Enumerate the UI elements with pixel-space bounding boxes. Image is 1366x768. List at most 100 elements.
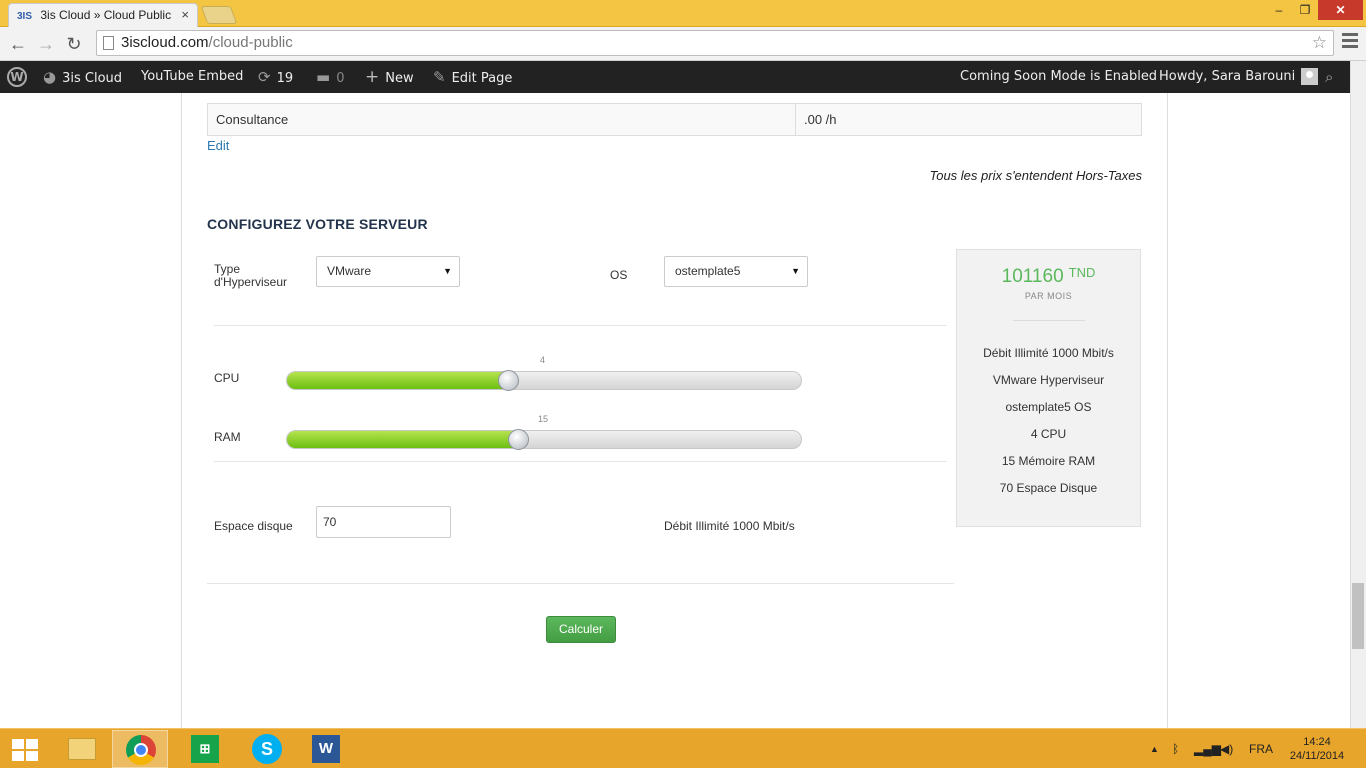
browser-toolbar: ← → ↻ 3iscloud.com/cloud-public ☆ [0, 27, 1366, 61]
window-minimize-button[interactable]: ‒ [1266, 0, 1292, 20]
tray-expand-icon[interactable]: ▲ [1150, 729, 1159, 768]
volume-icon[interactable]: ◀) [1220, 729, 1233, 768]
skype-icon: S [252, 734, 282, 764]
howdy-label: Howdy, Sara Barouni [1159, 69, 1296, 84]
cpu-slider[interactable] [286, 370, 802, 391]
admin-bar-site[interactable]: ◕ 3is Cloud [43, 61, 122, 93]
address-bar[interactable]: 3iscloud.com/cloud-public ☆ [96, 30, 1334, 56]
disk-size-input[interactable]: 70 [316, 506, 451, 538]
dropdown-arrow-icon: ▼ [791, 266, 800, 276]
tab-title: 3is Cloud » Cloud Public [40, 8, 172, 22]
comment-icon: ▬ [316, 68, 331, 86]
language-indicator[interactable]: FRA [1249, 729, 1273, 768]
edit-link[interactable]: Edit [207, 138, 229, 153]
ram-slider-handle[interactable] [508, 429, 529, 450]
hypervisor-select[interactable]: VMware ▼ [316, 256, 460, 287]
system-clock[interactable]: 14:24 24/11/2014 [1282, 735, 1352, 763]
calculate-button[interactable]: Calculer [546, 616, 616, 643]
window-maximize-button[interactable]: ❐ [1292, 0, 1318, 20]
admin-bar-new[interactable]: + New [365, 61, 414, 93]
table-row: Consultance .00 /h [207, 103, 1142, 136]
windows-start-icon[interactable] [12, 739, 38, 761]
price-display: 101160 TND [957, 265, 1140, 288]
admin-bar-comments[interactable]: ▬ 0 [316, 61, 344, 93]
summary-feature: 15 Mémoire RAM [1001, 454, 1096, 468]
cpu-slider-value: 4 [540, 355, 546, 365]
coming-soon-notice[interactable]: Coming Soon Mode is Enabled [960, 61, 1157, 93]
forward-arrow-icon[interactable]: → [34, 32, 58, 56]
divider [207, 583, 954, 584]
price-period: PAR MOIS [1024, 291, 1073, 301]
search-icon[interactable]: ⌕ [1325, 61, 1333, 93]
os-label: OS [610, 268, 628, 282]
windows-taskbar: ⊞ S W ▲ ᛒ ▂▄▆ ◀) FRA 14:24 24/11/2014 [0, 728, 1366, 768]
os-select[interactable]: ostemplate5 ▼ [664, 256, 808, 287]
hypervisor-label: Type d'Hyperviseur [214, 263, 287, 289]
taskbar-chrome[interactable] [112, 730, 168, 768]
admin-bar-edit-page[interactable]: ✎ Edit Page [433, 61, 512, 93]
scrollbar-thumb[interactable] [1352, 583, 1364, 649]
clock-time: 14:24 [1303, 736, 1331, 748]
admin-bar-youtube-embed[interactable]: YouTube Embed [141, 61, 243, 93]
ram-slider-value: 15 [538, 414, 549, 424]
cpu-slider-fill [287, 372, 508, 389]
chrome-icon [126, 735, 156, 765]
updates-icon: ⟳ [258, 68, 271, 86]
reload-icon[interactable]: ↻ [62, 32, 86, 56]
price-summary-panel: 101160 TND PAR MOIS Débit Illimité 1000 M… [956, 249, 1141, 527]
cpu-slider-handle[interactable] [498, 370, 519, 391]
admin-bar-updates[interactable]: ⟳ 19 [258, 61, 293, 93]
browser-title-bar: 3IS 3is Cloud » Cloud Public × ‒ ❐ ✕ [0, 0, 1366, 27]
window-close-button[interactable]: ✕ [1318, 0, 1363, 20]
tab-close-icon[interactable]: × [181, 4, 189, 26]
plus-icon: + [365, 67, 380, 87]
clock-date: 24/11/2014 [1289, 750, 1345, 762]
pencil-icon: ✎ [433, 68, 446, 86]
service-price-cell: .00 /h [804, 112, 837, 127]
browser-tab[interactable]: 3IS 3is Cloud » Cloud Public × [8, 3, 198, 27]
dashboard-icon: ◕ [43, 68, 57, 86]
price-currency: TND [1068, 265, 1096, 280]
section-title: CONFIGUREZ VOTRE SERVEUR [207, 216, 428, 232]
taskbar-explorer[interactable] [53, 730, 109, 768]
price-value: 101160 [1001, 266, 1064, 287]
divider [214, 325, 947, 326]
divider [214, 461, 947, 462]
ram-slider[interactable] [286, 429, 802, 450]
summary-feature: Débit Illimité 1000 Mbit/s [983, 346, 1114, 360]
word-icon: W [312, 735, 340, 763]
cpu-label: CPU [214, 371, 240, 385]
avatar [1301, 68, 1319, 85]
service-name-cell: Consultance [208, 104, 796, 135]
bluetooth-icon[interactable]: ᛒ [1172, 729, 1179, 768]
url-path: /cloud-public [208, 34, 293, 51]
new-label: New [385, 71, 414, 86]
url-domain: 3iscloud.com [121, 34, 209, 51]
taskbar-skype[interactable]: S [238, 730, 294, 768]
hypervisor-selected-value: VMware [327, 264, 372, 278]
summary-feature: VMware Hyperviseur [992, 373, 1105, 387]
chrome-menu-icon[interactable] [1342, 33, 1358, 51]
bookmark-star-icon[interactable]: ☆ [1312, 31, 1327, 55]
taskbar-store[interactable]: ⊞ [176, 730, 232, 768]
page-icon [103, 36, 114, 50]
os-selected-value: ostemplate5 [675, 264, 741, 278]
taskbar-word[interactable]: W [297, 730, 353, 768]
back-arrow-icon[interactable]: ← [6, 32, 30, 56]
wp-admin-bar: W ◕ 3is Cloud YouTube Embed ⟳ 19 ▬ 0 + New ✎… [0, 61, 1366, 93]
divider [1013, 320, 1085, 321]
hypervisor-label-line2: d'Hyperviseur [214, 275, 287, 289]
comments-count: 0 [336, 71, 345, 86]
dropdown-arrow-icon: ▼ [443, 266, 452, 276]
site-name: 3is Cloud [62, 71, 123, 86]
network-signal-icon[interactable]: ▂▄▆ [1194, 729, 1221, 768]
ram-slider-fill [287, 431, 518, 448]
edit-page-label: Edit Page [451, 71, 513, 86]
folder-icon [68, 738, 96, 760]
admin-bar-account[interactable]: Howdy, Sara Barouni [1159, 61, 1319, 93]
site-favicon-icon: 3IS [17, 11, 33, 22]
wordpress-logo-icon[interactable]: W [7, 67, 27, 87]
new-tab-button[interactable] [200, 6, 238, 24]
bandwidth-note: Débit Illimité 1000 Mbit/s [664, 519, 795, 533]
summary-feature: ostemplate5 OS [1005, 400, 1092, 414]
